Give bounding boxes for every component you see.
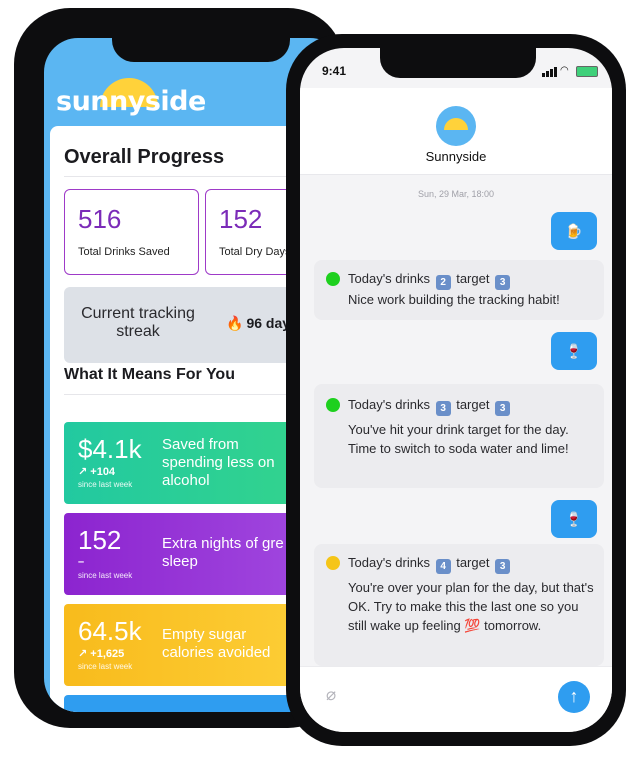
target-count: 3 [495,275,511,290]
logo-text: sunnyside [56,86,206,117]
impact-card-sleep[interactable]: 152 – since last week Extra nights of gr… [64,513,324,595]
impact-card-calories[interactable]: 64.5k ↗ +1,625 since last week Empty sug… [64,604,324,686]
message-body: You've hit your drink target for the day… [348,422,569,456]
streak-label: Current tracking streak [81,305,195,340]
signal-bar [550,69,553,77]
flame-icon: 🔥 [226,315,244,331]
stat-label: Total Drinks Saved [78,246,170,258]
front-phone: 9:41 ◠ Sunnyside Sun, 29 Mar, 18:00 🍺 To… [286,34,626,746]
impact-delta: ↗ +1,625 [78,648,125,660]
wifi-icon: ◠ [560,65,569,76]
summary-target-label: target [456,271,490,286]
impact-value: $4.1k [78,434,142,464]
signal-icon [542,73,545,77]
sent-message[interactable]: 🍺 [551,212,597,250]
contact-name: Sunnyside [425,149,487,164]
received-message[interactable]: Today's drinks 4 target 3 You're over yo… [314,544,604,666]
chat-header: Sunnyside [300,88,612,175]
stat-value: 152 [219,204,263,234]
summary-prefix: Today's drinks [348,555,430,570]
notch [380,48,536,78]
impact-delta: ↗ +104 [78,466,116,478]
drinks-count: 4 [435,559,451,574]
signal-bar [546,71,549,77]
battery-icon [576,66,598,77]
message-composer: ⌀ ↑ [300,666,612,732]
impact-since: since last week [78,480,133,489]
wine-icon: 🍷 [565,511,583,527]
impact-card-money[interactable]: $4.1k ↗ +104 since last week Saved from s… [64,422,324,504]
summary-prefix: Today's drinks [348,271,430,286]
status-dot-green [326,272,340,286]
stat-card-drinks-saved[interactable]: 516 Total Drinks Saved [64,189,199,275]
send-button[interactable]: ↑ [558,681,590,713]
sent-message[interactable]: 🍷 [551,500,597,538]
drinks-summary: Today's drinks 3 target 3 [348,397,512,416]
status-dot-yellow [326,556,340,570]
received-message[interactable]: Today's drinks 2 target 3 Nice work buil… [314,260,604,320]
summary-prefix: Today's drinks [348,397,430,412]
stat-value: 516 [78,204,122,234]
paperclip-icon[interactable]: ⌀ [326,685,336,705]
sun-icon [444,118,468,130]
status-time: 9:41 [322,64,347,78]
what-it-means-title: What It Means For You [64,366,235,383]
wine-icon: 🍷 [565,343,583,359]
summary-target-label: target [456,397,490,412]
summary-target-label: target [456,555,490,570]
impact-delta: – [78,556,85,568]
impact-since: since last week [78,571,133,580]
impact-value: 152 [78,525,122,555]
status-icons: ◠ [542,65,602,77]
status-dot-green [326,398,340,412]
impact-value: 64.5k [78,616,142,646]
sent-message[interactable]: 🍷 [551,332,597,370]
message-body: You're over your plan for the day, but t… [348,580,594,633]
target-count: 3 [495,559,511,574]
impact-since: since last week [78,662,133,671]
received-message[interactable]: Today's drinks 3 target 3 You've hit you… [314,384,604,488]
signal-bar [554,67,557,77]
beer-icon: 🍺 [565,223,583,239]
overall-progress-title: Overall Progress [64,146,225,168]
notch [112,28,290,62]
tracking-streak-card: Current tracking streak 🔥 96 days [64,287,324,363]
chat-date: Sun, 29 Mar, 18:00 [417,189,495,199]
drinks-count: 3 [435,401,451,416]
chat-screen: 9:41 ◠ Sunnyside Sun, 29 Mar, 18:00 🍺 To… [300,48,612,732]
drinks-summary: Today's drinks 4 target 3 [348,555,512,574]
impact-card-next[interactable] [64,695,324,712]
drinks-count: 2 [435,275,451,290]
sunnyside-logo: sunnyside [56,78,206,117]
avatar[interactable] [436,106,476,146]
target-count: 3 [495,401,511,416]
message-body: Nice work building the tracking habit! [348,292,560,307]
drinks-summary: Today's drinks 2 target 3 [348,271,512,290]
